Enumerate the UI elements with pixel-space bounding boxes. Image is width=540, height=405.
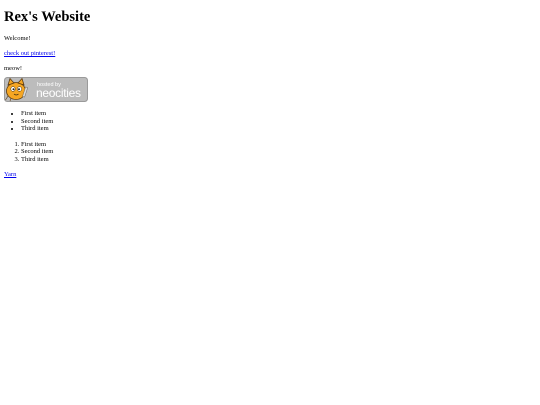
list-item: Third item	[21, 156, 536, 164]
neocities-badge-image: hosted by neocities	[4, 77, 88, 102]
unordered-list: First item Second item Third item	[4, 110, 536, 133]
pinterest-link[interactable]: check out pinterest!	[4, 50, 536, 58]
welcome-text: Welcome!	[4, 35, 31, 42]
list-item: First item	[21, 141, 536, 149]
yarn-link[interactable]: Yarn	[4, 171, 536, 179]
meow-text: meow!	[4, 65, 23, 72]
list-item: Second item	[21, 148, 536, 156]
neocities-badge[interactable]: hosted by neocities	[4, 77, 88, 102]
page-title: Rex's Website	[4, 9, 91, 25]
page-content: Rex's Website Welcome! check out pintere…	[4, 0, 536, 179]
list-item: Third item	[21, 125, 536, 133]
list-item: Second item	[21, 118, 536, 126]
list-item: First item	[21, 110, 536, 118]
ordered-list: First item Second item Third item	[4, 141, 536, 164]
badge-text-main: neocities	[36, 86, 81, 100]
